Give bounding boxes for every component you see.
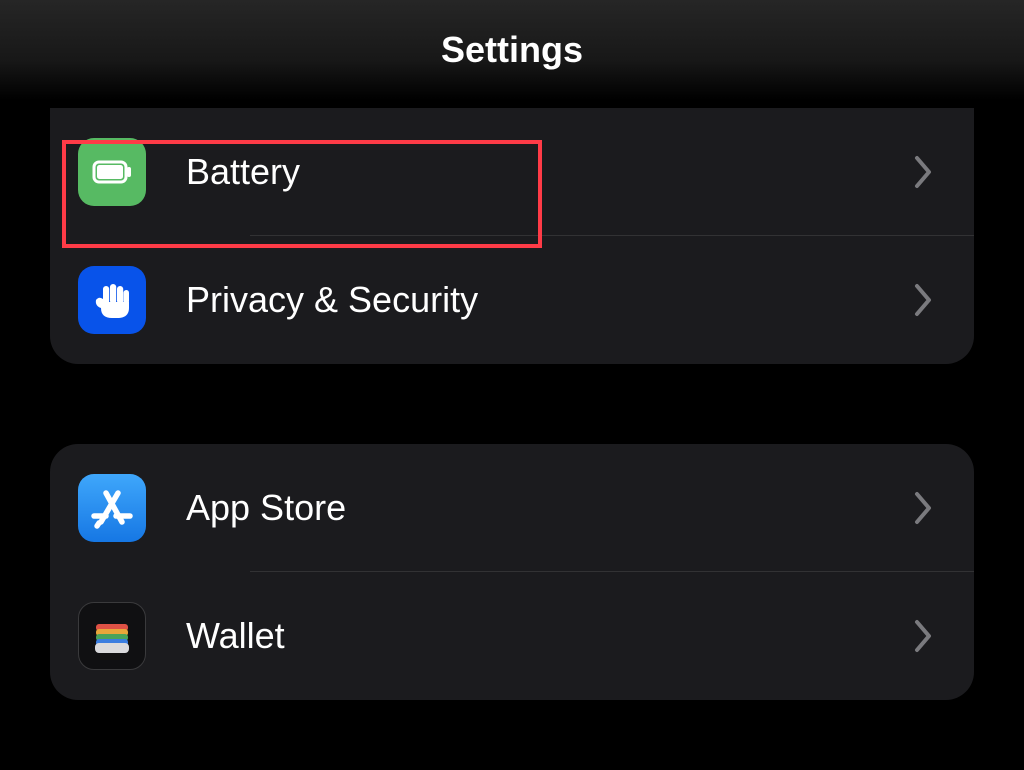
row-app-store[interactable]: App Store (50, 444, 974, 572)
settings-group-1: Battery (50, 108, 974, 364)
chevron-right-icon (914, 619, 934, 653)
chevron-right-icon (914, 491, 934, 525)
row-wallet-label: Wallet (186, 615, 914, 657)
hand-icon (78, 266, 146, 334)
chevron-right-icon (914, 283, 934, 317)
chevron-right-icon (914, 155, 934, 189)
row-appstore-label: App Store (186, 487, 914, 529)
row-battery[interactable]: Battery (50, 108, 974, 236)
battery-icon (78, 138, 146, 206)
navbar: Settings (0, 0, 1024, 100)
row-privacy-label: Privacy & Security (186, 279, 914, 321)
settings-content: Battery (0, 108, 1024, 700)
row-privacy-security[interactable]: Privacy & Security (50, 236, 974, 364)
row-wallet[interactable]: Wallet (50, 572, 974, 700)
appstore-icon (78, 474, 146, 542)
row-battery-label: Battery (186, 151, 914, 193)
wallet-icon (78, 602, 146, 670)
settings-group-2: App Store Wallet (50, 444, 974, 700)
page-title: Settings (441, 29, 583, 71)
